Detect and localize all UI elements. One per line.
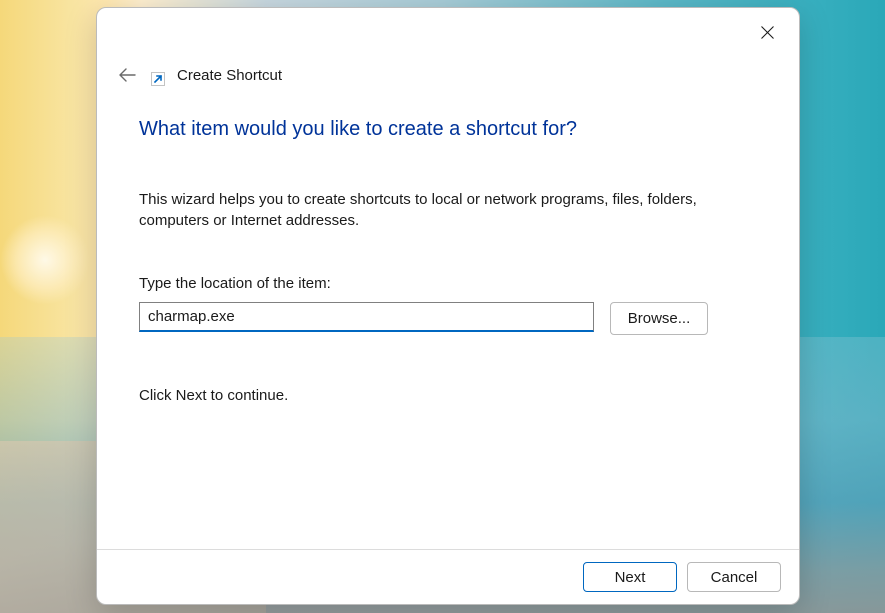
cancel-button[interactable]: Cancel: [687, 562, 781, 592]
dialog-footer: Next Cancel: [97, 549, 799, 604]
browse-button[interactable]: Browse...: [610, 302, 708, 335]
back-arrow-icon: [118, 66, 136, 84]
dialog-body: Create Shortcut What item would you like…: [97, 8, 799, 549]
close-button[interactable]: [747, 16, 787, 48]
desktop-background-sun: [0, 215, 90, 305]
location-row: Browse...: [139, 302, 757, 335]
create-shortcut-dialog: Create Shortcut What item would you like…: [96, 7, 800, 605]
location-input[interactable]: [139, 302, 594, 332]
wizard-description: This wizard helps you to create shortcut…: [139, 189, 719, 231]
continue-instruction: Click Next to continue.: [139, 387, 757, 404]
close-icon: [761, 26, 774, 39]
next-button[interactable]: Next: [583, 562, 677, 592]
back-button[interactable]: [115, 63, 139, 87]
location-label: Type the location of the item:: [139, 275, 757, 292]
wizard-heading: What item would you like to create a sho…: [139, 118, 757, 141]
dialog-title: Create Shortcut: [177, 67, 282, 84]
dialog-header: Create Shortcut: [115, 63, 282, 87]
dialog-content: What item would you like to create a sho…: [139, 118, 757, 404]
shortcut-overlay-icon: [151, 72, 165, 86]
